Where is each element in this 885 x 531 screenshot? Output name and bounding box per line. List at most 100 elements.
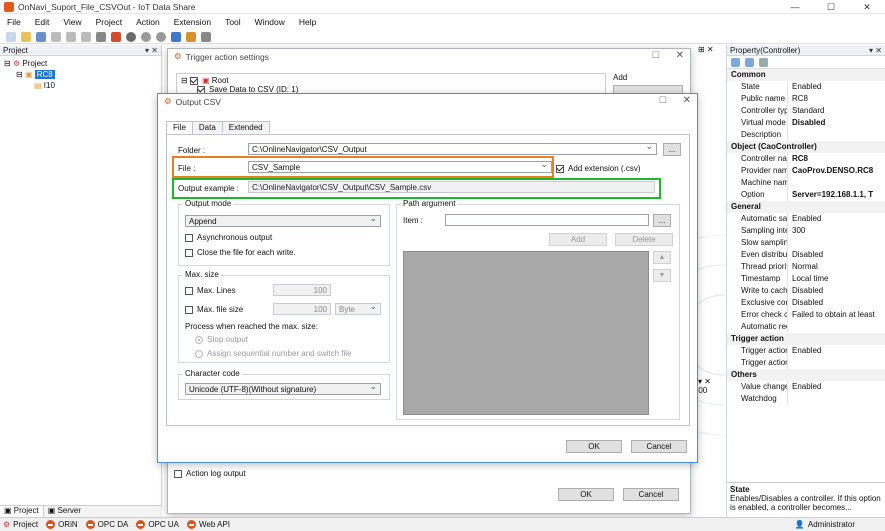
menu-project[interactable]: Project xyxy=(89,17,129,27)
property-row[interactable]: Sampling interval300 xyxy=(727,225,885,237)
status-project[interactable]: ⚙ Project xyxy=(0,520,38,529)
close-each-write-checkbox[interactable]: Close the file for each write. xyxy=(185,248,296,257)
pause-icon[interactable] xyxy=(141,31,151,42)
tab-data[interactable]: Data xyxy=(191,121,223,133)
property-row[interactable]: Thread priorityNormal xyxy=(727,261,885,273)
max-file-size-input[interactable]: 100 xyxy=(273,303,331,315)
tree-variable[interactable]: ▤ I10 xyxy=(4,80,157,91)
new-icon[interactable] xyxy=(6,31,16,42)
property-value[interactable]: Server=192.168.1.1, T xyxy=(787,189,885,201)
property-row[interactable]: Trigger action list xyxy=(727,357,885,369)
property-value[interactable]: Disabled xyxy=(787,117,885,129)
property-value[interactable] xyxy=(787,177,885,189)
property-row[interactable]: Error check cycleFailed to obtain at lea… xyxy=(727,309,885,321)
property-category[interactable]: Common xyxy=(727,69,885,81)
max-lines-input[interactable]: 100 xyxy=(273,284,331,296)
max-file-size-checkbox[interactable]: Max. file size xyxy=(185,305,243,314)
folder-select[interactable]: C:\OnlineNavigator\CSV_Output xyxy=(248,143,657,155)
menu-extension[interactable]: Extension xyxy=(167,17,218,27)
character-code-select[interactable]: Unicode (UTF-8)(Without signature) xyxy=(185,383,381,395)
property-row[interactable]: Provider nameCaoProv.DENSO.RC8 xyxy=(727,165,885,177)
stop-output-radio[interactable]: Stop output xyxy=(195,335,248,344)
property-value[interactable] xyxy=(787,357,885,369)
property-row[interactable]: Even distributionDisabled xyxy=(727,249,885,261)
property-row[interactable]: Value change logEnabled xyxy=(727,381,885,393)
tab-server[interactable]: ▣ Server xyxy=(44,506,85,517)
toolbox-icon[interactable] xyxy=(111,31,121,42)
cut-icon[interactable] xyxy=(51,31,61,42)
property-value[interactable]: RC8 xyxy=(787,93,885,105)
property-value[interactable]: CaoProv.DENSO.RC8 xyxy=(787,165,885,177)
property-value[interactable]: Disabled xyxy=(787,285,885,297)
property-row[interactable]: Automatic saveEnabled xyxy=(727,213,885,225)
property-row[interactable]: Virtual mode Disabled xyxy=(727,117,885,129)
menu-help[interactable]: Help xyxy=(292,17,323,27)
property-row[interactable]: Trigger action Enabled xyxy=(727,345,885,357)
sort-az-icon[interactable] xyxy=(745,57,754,67)
maximize-icon[interactable]: ☐ xyxy=(813,0,849,14)
trigger-tree-root[interactable]: ⊟ ▣ Root xyxy=(181,76,601,85)
status-orin[interactable]: ORiN xyxy=(46,520,78,529)
add-extension-checkbox[interactable]: Add extension (.csv) xyxy=(556,164,640,173)
property-value[interactable]: 300 xyxy=(787,225,885,237)
property-category[interactable]: Others xyxy=(727,369,885,381)
output-mode-select[interactable]: Append xyxy=(185,215,381,227)
property-row[interactable]: Public name RC8 xyxy=(727,93,885,105)
property-row[interactable]: Write to cache Disabled xyxy=(727,285,885,297)
tab-extended[interactable]: Extended xyxy=(221,121,270,133)
menu-action[interactable]: Action xyxy=(129,17,167,27)
property-value[interactable]: RC8 xyxy=(787,153,885,165)
document-controls[interactable]: ⊞ ✕ xyxy=(698,45,714,54)
property-value[interactable]: Normal xyxy=(787,261,885,273)
close-icon[interactable]: ✕ xyxy=(849,0,885,14)
property-value[interactable] xyxy=(787,237,885,249)
categorized-icon[interactable] xyxy=(731,57,740,67)
property-row[interactable]: Watchdog xyxy=(727,393,885,405)
property-value[interactable]: Disabled xyxy=(787,297,885,309)
output-csv-cancel-button[interactable]: Cancel xyxy=(631,440,687,453)
action-log-row[interactable]: Action log output xyxy=(174,469,246,478)
property-value[interactable] xyxy=(787,321,885,333)
folder-browse-button[interactable]: ... xyxy=(663,143,681,156)
path-add-button[interactable]: Add xyxy=(549,233,607,246)
tree-project[interactable]: ⊟ ⚙ Project xyxy=(4,58,157,69)
trigger-ok-button[interactable]: OK xyxy=(558,488,614,501)
status-web-api[interactable]: Web API xyxy=(186,520,230,529)
property-row[interactable]: Machine name xyxy=(727,177,885,189)
path-argument-list[interactable] xyxy=(403,251,649,415)
property-value[interactable]: Enabled xyxy=(787,213,885,225)
menu-edit[interactable]: Edit xyxy=(28,17,57,27)
assign-sequential-radio[interactable]: Assign sequential number and switch file xyxy=(195,349,352,358)
delete-icon[interactable] xyxy=(96,31,106,42)
stop-icon[interactable] xyxy=(156,31,166,42)
menu-view[interactable]: View xyxy=(56,17,88,27)
menu-window[interactable]: Window xyxy=(248,17,292,27)
property-value[interactable]: Failed to obtain at least xyxy=(787,309,885,321)
minimize-icon[interactable]: — xyxy=(777,0,813,14)
property-category[interactable]: Trigger action xyxy=(727,333,885,345)
property-row[interactable]: Exclusive controlDisabled xyxy=(727,297,885,309)
property-row[interactable]: Description xyxy=(727,129,885,141)
monitor-icon[interactable] xyxy=(171,31,181,42)
property-value[interactable]: Disabled xyxy=(787,249,885,261)
item-browse-button[interactable]: ... xyxy=(653,214,671,227)
property-row[interactable]: Option Server=192.168.1.1, T xyxy=(727,189,885,201)
property-pages-icon[interactable] xyxy=(759,57,768,67)
save-icon[interactable] xyxy=(36,31,46,42)
property-value[interactable]: Enabled xyxy=(787,345,885,357)
property-row[interactable]: Controller typeStandard xyxy=(727,105,885,117)
move-up-icon[interactable]: ▲ xyxy=(653,251,671,264)
network-icon[interactable] xyxy=(201,31,211,42)
open-icon[interactable] xyxy=(21,31,31,42)
property-value[interactable]: Enabled xyxy=(787,381,885,393)
size-unit-select[interactable]: Byte xyxy=(335,303,381,315)
property-value[interactable] xyxy=(787,393,885,405)
trigger-cancel-button[interactable]: Cancel xyxy=(623,488,679,501)
menu-tool[interactable]: Tool xyxy=(218,17,248,27)
tree-controller[interactable]: ⊟ ▣ RC8 xyxy=(4,69,157,80)
property-row[interactable]: Timestamp Local time xyxy=(727,273,885,285)
inner-panel-controls[interactable]: ▾ ✕ xyxy=(698,377,711,386)
item-input[interactable] xyxy=(445,214,649,226)
status-opc-ua[interactable]: OPC UA xyxy=(136,520,179,529)
menu-file[interactable]: File xyxy=(0,17,28,27)
